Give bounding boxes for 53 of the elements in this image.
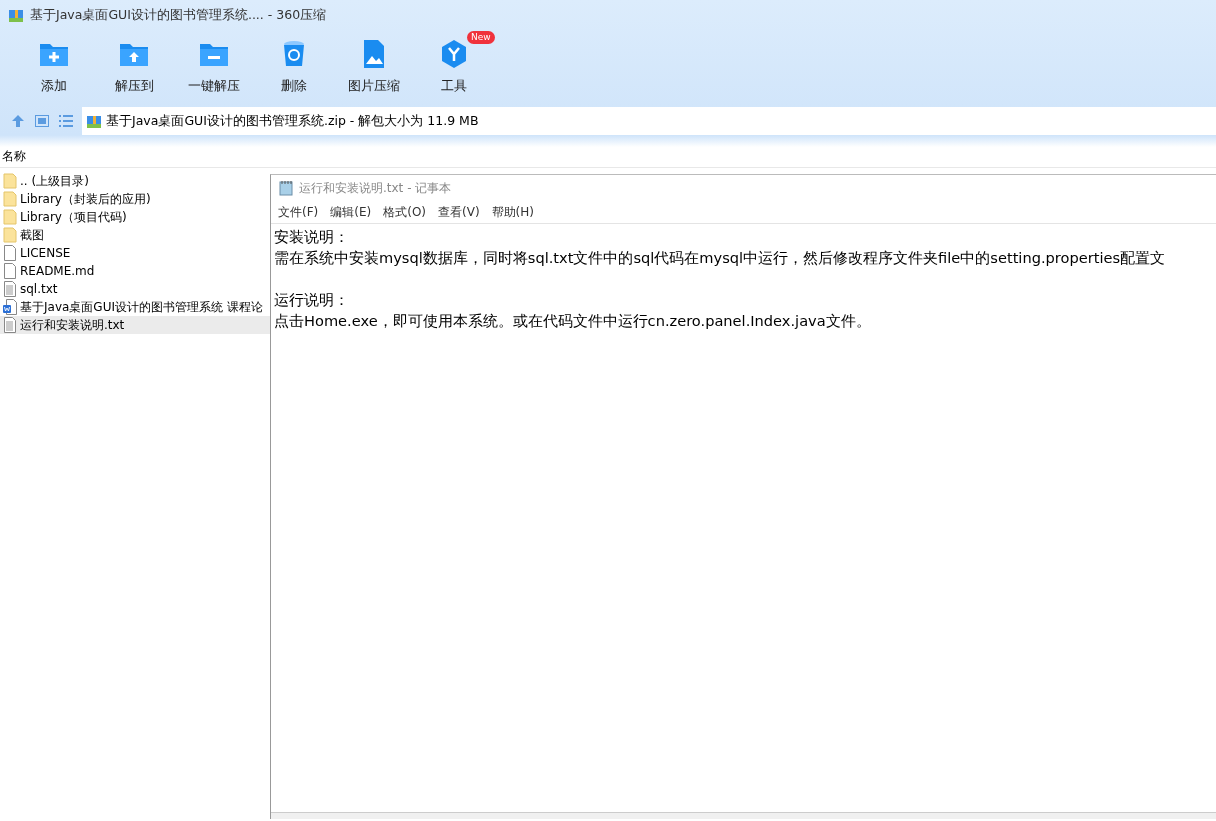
- folder-icon: [3, 191, 17, 207]
- text-area[interactable]: 安装说明： 需在系统中安装mysql数据库，同时将sql.txt文件中的sql代码在mysql中运行，然后修改程序文件夹file中的setting.properties配置文 运行说明： 点击Home.exe，即可使用本系统。或在代码文件中运行cn.zero.panel.Index.java文件。: [271, 224, 1216, 812]
- archive-icon: [86, 113, 102, 129]
- toolbar-button[interactable]: 一键解压: [174, 30, 254, 105]
- text-line: 安装说明：: [274, 228, 349, 245]
- file-name: 截图: [20, 226, 44, 244]
- list-view-icon[interactable]: [58, 113, 74, 129]
- menu-item[interactable]: 格式(O): [378, 201, 432, 223]
- address-text: 基于Java桌面GUI设计的图书管理系统.zip - 解包大小为 11.9 MB: [106, 112, 479, 130]
- file-item[interactable]: .. (上级目录): [0, 172, 270, 190]
- archive-icon: [8, 7, 24, 23]
- file-name: LICENSE: [20, 246, 71, 260]
- file-name: .. (上级目录): [20, 172, 89, 190]
- text-line: 运行说明：: [274, 291, 349, 308]
- toolbar-button[interactable]: 删除: [254, 30, 334, 105]
- file-name: Library（项目代码): [20, 208, 127, 226]
- file-icon: [3, 263, 17, 279]
- thumbnail-view-icon[interactable]: [34, 113, 50, 129]
- file-name: Library（封装后的应用): [20, 190, 151, 208]
- file-item[interactable]: 运行和安装说明.txt: [0, 316, 270, 334]
- folder-icon: [3, 173, 17, 189]
- menu-item[interactable]: 编辑(E): [325, 201, 377, 223]
- file-name: README.md: [20, 264, 95, 278]
- up-arrow-icon[interactable]: [10, 113, 26, 129]
- file-item[interactable]: Library（项目代码): [0, 208, 270, 226]
- file-name: sql.txt: [20, 282, 58, 296]
- file-name: 运行和安装说明.txt: [20, 316, 125, 334]
- notepad-icon: [279, 180, 293, 196]
- file-item[interactable]: LICENSE: [0, 244, 270, 262]
- menu-item[interactable]: 文件(F): [273, 201, 324, 223]
- window-title: 基于Java桌面GUI设计的图书管理系统.... - 360压缩: [30, 6, 327, 24]
- toolbar-button[interactable]: 添加: [14, 30, 94, 105]
- folder-icon: [3, 209, 17, 225]
- file-item[interactable]: sql.txt: [0, 280, 270, 298]
- toolbar-button[interactable]: 解压到: [94, 30, 174, 105]
- folder-icon: [3, 227, 17, 243]
- menu-item[interactable]: 帮助(H): [486, 201, 539, 223]
- notepad-title: 运行和安装说明.txt - 记事本: [299, 179, 452, 197]
- column-header[interactable]: 名称: [0, 147, 1216, 168]
- toolbar-button[interactable]: 工具 New: [414, 30, 494, 105]
- address-field[interactable]: 基于Java桌面GUI设计的图书管理系统.zip - 解包大小为 11.9 MB: [82, 107, 1216, 135]
- file-icon: [3, 245, 17, 261]
- toolbar-button[interactable]: 图片压缩: [334, 30, 414, 105]
- text-line: 点击Home.exe，即可使用本系统。或在代码文件中运行cn.zero.panel.Index.java文件。: [274, 312, 871, 329]
- menu-item[interactable]: 查看(V): [433, 201, 485, 223]
- text-file-icon: [3, 317, 17, 333]
- file-item[interactable]: Library（封装后的应用): [0, 190, 270, 208]
- file-item[interactable]: README.md: [0, 262, 270, 280]
- file-item[interactable]: 截图: [0, 226, 270, 244]
- word-document-icon: [3, 299, 17, 315]
- text-line: 需在系统中安装mysql数据库，同时将sql.txt文件中的sql代码在mysql中运行，然后修改程序文件夹file中的setting.properties配置文: [274, 249, 1166, 266]
- new-badge: New: [467, 31, 495, 44]
- text-file-icon: [3, 281, 17, 297]
